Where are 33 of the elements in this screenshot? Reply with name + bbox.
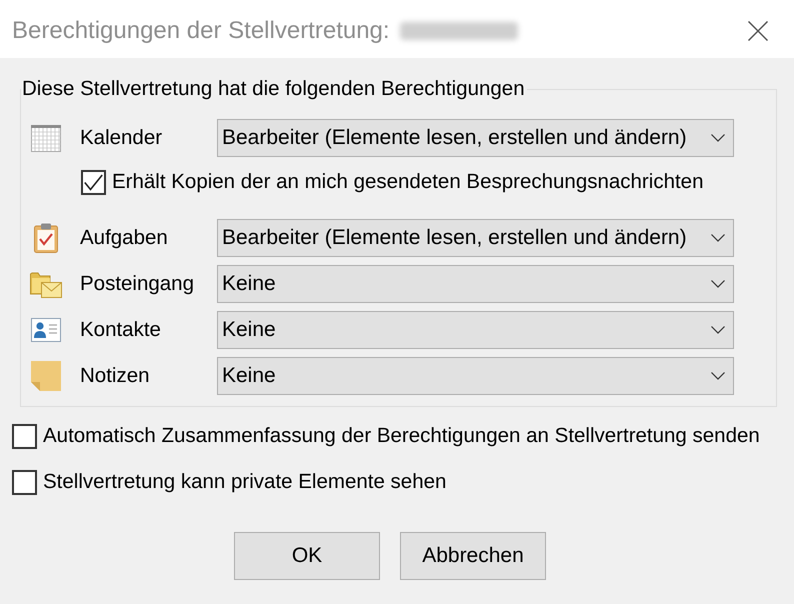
chevron-down-icon (711, 372, 725, 380)
chevron-down-icon (711, 280, 725, 288)
permission-dropdown[interactable]: Keine (217, 265, 734, 303)
dialog-button[interactable]: OK (234, 532, 380, 580)
checkmark-icon (84, 174, 103, 190)
checkbox[interactable] (12, 470, 37, 494)
folder-label: Kalender (80, 126, 164, 150)
calendar-icon (31, 124, 61, 152)
dialog-button[interactable]: Abbrechen (400, 532, 546, 580)
checkbox[interactable] (12, 424, 37, 448)
clipboard-check-icon (34, 223, 58, 253)
chevron-down-icon (711, 326, 725, 334)
group-legend: Diese Stellvertretung hat die folgenden Berechtigungen (21, 77, 527, 101)
sticky-note-icon (31, 361, 61, 391)
permission-dropdown[interactable]: Bearbeiter (Elemente lesen, erstellen und ändern) (217, 119, 734, 157)
folder-label: Notizen (80, 364, 151, 388)
checkbox[interactable] (81, 170, 106, 194)
chevron-down-icon (711, 234, 725, 242)
checkbox-label: Stellvertretung kann private Elemente sehen (43, 470, 446, 494)
close-button[interactable] (748, 21, 768, 41)
folder-label: Aufgaben (80, 226, 169, 250)
folder-label: Posteingang (80, 272, 195, 296)
folder-envelope-icon (30, 270, 62, 298)
contact-card-icon (31, 318, 61, 342)
permission-dropdown[interactable]: Keine (217, 357, 734, 395)
close-icon (748, 21, 768, 41)
checkbox-label: Erhält Kopien der an mich gesendeten Besprechungsnachrichten (112, 170, 704, 194)
checkbox-label: Automatisch Zusammenfassung der Berechtigungen an Stellvertretung senden (43, 424, 760, 448)
folder-label: Kontakte (80, 318, 162, 342)
permission-dropdown[interactable]: Keine (217, 311, 734, 349)
chevron-down-icon (711, 134, 725, 142)
window-title: Berechtigungen der Stellvertretung: (12, 17, 390, 45)
permission-dropdown[interactable]: Bearbeiter (Elemente lesen, erstellen und ändern) (217, 219, 734, 257)
